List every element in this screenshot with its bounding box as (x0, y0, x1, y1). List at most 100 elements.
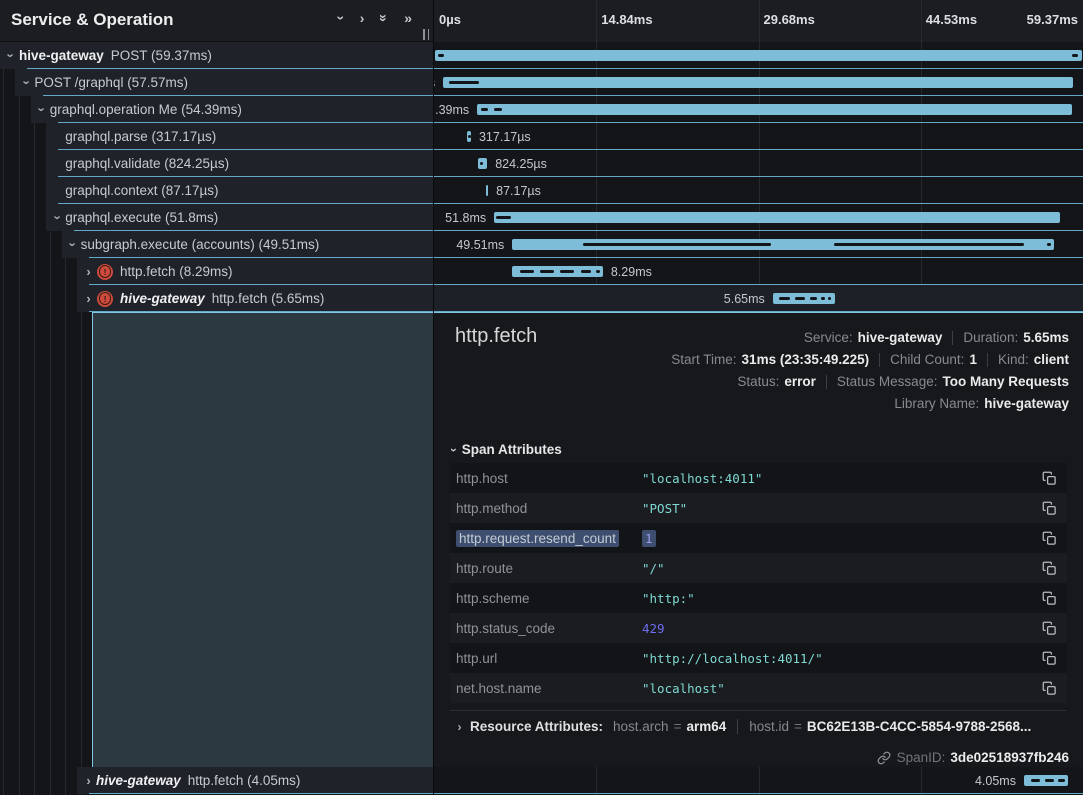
attribute-row[interactable]: http.method"POST" (450, 493, 1067, 523)
tree-span-row[interactable]: ›!http.fetch (8.29ms) (77, 258, 434, 285)
attribute-key: http.route (450, 561, 642, 576)
chevron-down-icon[interactable]: › (19, 75, 34, 90)
span-operation-label: http.fetch (5.65ms) (212, 291, 325, 306)
tree-span-row[interactable]: ›subgraph.execute (accounts) (49.51ms) (62, 231, 434, 258)
meta-value: Too Many Requests (942, 371, 1069, 393)
copy-icon[interactable] (1042, 501, 1057, 516)
attribute-value: "localhost:4011" (642, 471, 1042, 486)
timeline-tick-label: 44.53ms (926, 12, 977, 27)
timeline-span-row (434, 42, 1083, 69)
attribute-key-text: http.method (456, 501, 527, 516)
timeline-span-row: 824.25µs (434, 150, 1083, 177)
copy-icon[interactable] (1042, 561, 1057, 576)
copy-icon[interactable] (1042, 681, 1057, 696)
attribute-key: http.url (450, 651, 642, 666)
tree-row-border (89, 311, 1083, 312)
chevron-right-icon: › (452, 720, 467, 734)
attribute-row[interactable]: http.request.resend_count1 (450, 523, 1067, 553)
attribute-row[interactable]: http.scheme "http:" (450, 583, 1067, 613)
span-child-dash (438, 54, 444, 57)
attribute-key-text: http.scheme (456, 591, 530, 606)
chevron-right-icon[interactable]: › (81, 773, 96, 788)
tree-span-row[interactable]: ›POST /graphql (57.57ms) (15, 69, 434, 96)
error-icon: ! (97, 291, 113, 307)
span-operation-label: graphql.operation Me (54.39ms) (50, 102, 242, 117)
span-service-name: hive-gateway (120, 291, 205, 306)
span-attributes-table: http.host"localhost:4011"http.method"POS… (450, 463, 1067, 703)
chevron-right-icon[interactable]: › (81, 264, 96, 279)
span-child-dash (480, 162, 483, 165)
span-duration-bar[interactable] (477, 104, 1071, 115)
attribute-key: http.method (450, 501, 642, 516)
span-duration-bar[interactable] (486, 185, 488, 196)
tree-span-row[interactable]: ›! hive-gateway http.fetch (5.65ms) (77, 285, 434, 312)
attribute-row[interactable]: http.url"http://localhost:4011/" (450, 643, 1067, 673)
tree-span-row[interactable]: graphql.context (87.17µs) (46, 177, 434, 204)
meta-value: hive-gateway (984, 393, 1069, 415)
copy-icon[interactable] (1042, 471, 1057, 486)
span-duration-label: 4.05ms (975, 774, 1016, 788)
span-duration-label: 317.17µs (479, 130, 531, 144)
resource-value: BC62E13B-C4CC-5854-9788-2568... (807, 719, 1031, 734)
timeline-tick-label: 29.68ms (764, 12, 815, 27)
span-service-name: hive-gateway (96, 773, 181, 788)
attribute-value: "localhost" (642, 681, 1042, 696)
panel-divider (450, 710, 1067, 711)
attribute-row[interactable]: http.status_code429 (450, 613, 1067, 643)
span-duration-bar[interactable] (443, 77, 1073, 88)
collapse-one-icon[interactable]: › (334, 16, 348, 21)
span-duration-bar[interactable] (435, 50, 1081, 61)
attribute-value-text: "/" (642, 561, 665, 576)
panel-divider-line[interactable] (433, 0, 434, 795)
span-operation-label: http.fetch (8.29ms) (120, 264, 233, 279)
timeline-span-row: 87.17µs (434, 177, 1083, 204)
span-child-dash (583, 243, 771, 246)
span-duration-bar[interactable] (494, 212, 1060, 223)
tree-span-row[interactable]: ›graphql.execute (51.8ms) (46, 204, 434, 231)
chevron-down-icon[interactable]: › (50, 210, 65, 225)
copy-icon[interactable] (1042, 531, 1057, 546)
attribute-value: "http://localhost:4011/" (642, 651, 1042, 666)
expand-all-icon[interactable]: » (404, 11, 412, 25)
timeline-span-row: 317.17µs (434, 123, 1083, 150)
attribute-value-text: "http:" (642, 591, 695, 606)
attribute-key-text: http.request.resend_count (456, 530, 619, 547)
tree-span-row[interactable]: ›graphql.operation Me (54.39ms) (31, 96, 434, 123)
span-attributes-header[interactable]: › Span Attributes (452, 442, 562, 457)
tree-span-row[interactable]: graphql.parse (317.17µs) (46, 123, 434, 150)
tree-row-border (89, 793, 1083, 794)
copy-icon[interactable] (1042, 621, 1057, 636)
attribute-row[interactable]: http.route"/" (450, 553, 1067, 583)
resource-attributes-row[interactable]: › Resource Attributes: host.arch=arm64ho… (452, 719, 1031, 734)
panel-resize-handle[interactable] (423, 29, 429, 40)
attribute-row[interactable]: net.host.name"localhost" (450, 673, 1067, 703)
span-operation-label: http.fetch (4.05ms) (188, 773, 301, 788)
tree-span-row[interactable]: graphql.validate (824.25µs) (46, 150, 434, 177)
tree-span-row[interactable]: ›hive-gateway http.fetch (4.05ms) (77, 767, 434, 794)
chevron-down-icon[interactable]: › (4, 48, 19, 63)
timeline-span-row: 4.05ms (434, 767, 1083, 794)
span-child-dash (1058, 779, 1064, 782)
timeline-span-row: 51.8ms (434, 204, 1083, 231)
span-child-dash (520, 270, 534, 273)
chevron-right-icon[interactable]: › (81, 291, 96, 306)
span-duration-label: 5.65ms (724, 292, 765, 306)
resource-key: host.id (749, 719, 789, 734)
timeline-span-row: 5.65ms (434, 285, 1083, 312)
attribute-value-text: "localhost" (642, 681, 725, 696)
span-child-dash (1031, 779, 1040, 782)
copy-icon[interactable] (1042, 591, 1057, 606)
chevron-down-icon[interactable]: › (35, 102, 50, 117)
copy-icon[interactable] (1042, 651, 1057, 666)
chevron-down-icon[interactable]: › (66, 237, 81, 252)
tree-row-border (89, 257, 1083, 258)
expand-one-icon[interactable]: › (360, 11, 365, 25)
tree-header-icons: › › » » (339, 11, 412, 25)
span-detail-panel: http.fetch Service:hive-gatewayDuration:… (434, 312, 1083, 767)
collapse-all-icon[interactable]: » (377, 14, 391, 22)
span-id-row: SpanID: 3de02518937fb246 (877, 750, 1069, 765)
span-child-dash (481, 108, 487, 111)
attribute-row[interactable]: http.host"localhost:4011" (450, 463, 1067, 493)
link-icon[interactable] (877, 751, 891, 765)
tree-span-row[interactable]: ›hive-gatewayPOST (59.37ms) (0, 42, 434, 69)
